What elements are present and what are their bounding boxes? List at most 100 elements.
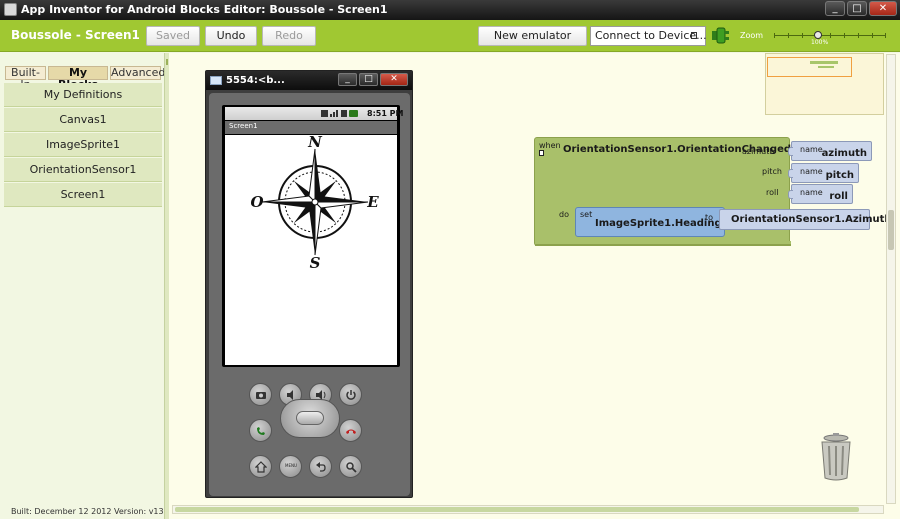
- set-label: set: [580, 210, 593, 219]
- name-tag: name: [800, 167, 823, 176]
- app-title-bar: Screen1: [225, 121, 397, 134]
- palette-item-orientationsensor1[interactable]: OrientationSensor1: [4, 158, 162, 182]
- azimuth-getter-block[interactable]: OrientationSensor1.Azimuth: [719, 209, 892, 230]
- trash-can-icon[interactable]: [818, 432, 854, 482]
- tab-advanced[interactable]: Advanced: [110, 66, 165, 80]
- horizontal-scrollbar[interactable]: [172, 505, 884, 514]
- signal-battery-icons: [321, 110, 358, 117]
- tab-built-in[interactable]: Built-In: [5, 66, 46, 91]
- emulator-minimize-button[interactable]: _: [338, 73, 357, 86]
- vertical-scroll-thumb[interactable]: [888, 210, 894, 250]
- camera-button[interactable]: [249, 383, 272, 406]
- emulator-close-button[interactable]: ✕: [380, 73, 408, 86]
- canvas1[interactable]: N S O E: [225, 135, 397, 365]
- palette-item-screen1[interactable]: Screen1: [4, 183, 162, 207]
- set-heading-block[interactable]: set ImageSprite1.Heading to: [575, 207, 725, 237]
- arg-label-roll: roll: [766, 188, 779, 197]
- end-call-button[interactable]: [339, 419, 362, 442]
- phone-screen[interactable]: 8:51 PM Screen1 N S O E: [222, 105, 404, 367]
- new-emulator-button[interactable]: New emulator: [478, 26, 587, 46]
- getter-name: OrientationSensor1.Azimuth: [731, 214, 892, 225]
- vertical-scrollbar[interactable]: [886, 54, 896, 504]
- emulator-titlebar[interactable]: 5554:<b... _ □ ✕: [206, 71, 412, 90]
- phone-call-icon: [257, 427, 265, 435]
- phone-body: 8:51 PM Screen1 N S O E MENU: [209, 93, 410, 496]
- build-info: Built: December 12 2012 Version: v132: [11, 507, 169, 516]
- arg-name-block-pitch[interactable]: name pitch: [788, 163, 859, 183]
- menu-icon: MENU: [285, 463, 297, 468]
- blocks-palette: Built-In My Blocks Advanced My Definitio…: [0, 53, 169, 519]
- window-titlebar: App Inventor for Android Blocks Editor: …: [0, 0, 900, 20]
- emulator-maximize-button[interactable]: □: [359, 73, 378, 86]
- divider-grip: [166, 59, 168, 65]
- menu-button[interactable]: MENU: [279, 455, 302, 478]
- arg-name-block-roll[interactable]: name roll: [788, 184, 853, 204]
- arg-name-block-azimuth[interactable]: name azimuth: [788, 141, 872, 161]
- close-window-button[interactable]: ✕: [869, 1, 897, 16]
- palette-items: My Definitions Canvas1 ImageSprite1 Orie…: [4, 83, 162, 208]
- compass-south-label: S: [310, 254, 321, 269]
- zoom-value: 100%: [811, 39, 829, 46]
- maximize-button[interactable]: □: [847, 1, 867, 16]
- setter-name: ImageSprite1.Heading: [595, 218, 722, 229]
- do-label: do: [559, 210, 569, 219]
- saved-button[interactable]: Saved: [146, 26, 200, 46]
- status-time: 8:51 PM: [367, 109, 404, 118]
- dpad[interactable]: [280, 399, 340, 438]
- connect-label: Connect to Device...: [595, 29, 707, 42]
- zoom-slider-track[interactable]: [774, 33, 886, 38]
- home-icon: [255, 461, 267, 473]
- dpad-center-button[interactable]: [296, 411, 324, 425]
- power-button[interactable]: [339, 383, 362, 406]
- palette-item-imagesprite1[interactable]: ImageSprite1: [4, 133, 162, 157]
- connect-to-device-select[interactable]: Connect to Device...: [590, 26, 707, 46]
- power-icon: [346, 390, 356, 400]
- phone-status-bar: 8:51 PM: [225, 107, 404, 120]
- name-tag: name: [800, 188, 823, 197]
- palette-item-my-definitions[interactable]: My Definitions: [4, 83, 162, 107]
- name-tag: name: [800, 145, 823, 154]
- emulator-window[interactable]: 5554:<b... _ □ ✕ 8:51 PM Screen1 N S O E…: [205, 70, 413, 498]
- tab-my-blocks[interactable]: My Blocks: [48, 66, 108, 91]
- dropdown-icon: [691, 32, 697, 39]
- arg-label-pitch: pitch: [762, 167, 782, 176]
- home-button[interactable]: [249, 455, 272, 478]
- redo-button[interactable]: Redo: [262, 26, 316, 46]
- emulator-window-icon: [210, 76, 222, 85]
- minimap-viewport[interactable]: [767, 57, 852, 77]
- phone-hardware-buttons: MENU: [209, 383, 410, 493]
- minimize-button[interactable]: _: [825, 1, 845, 16]
- palette-item-canvas1[interactable]: Canvas1: [4, 108, 162, 132]
- connection-plug-icon[interactable]: [711, 25, 733, 46]
- when-label: when: [539, 141, 561, 150]
- call-button[interactable]: [249, 419, 272, 442]
- search-icon: [346, 462, 357, 473]
- search-button[interactable]: [339, 455, 362, 478]
- window-title: App Inventor for Android Blocks Editor: …: [21, 3, 388, 16]
- minimap-block: [818, 66, 834, 68]
- project-title: Boussole - Screen1: [11, 28, 140, 42]
- to-label: to: [705, 213, 714, 222]
- minimap-block: [810, 61, 838, 64]
- horizontal-scroll-thumb[interactable]: [175, 507, 859, 512]
- workspace-minimap[interactable]: [765, 53, 884, 115]
- back-button[interactable]: [309, 455, 332, 478]
- arg-value: pitch: [825, 170, 854, 181]
- camera-icon: [256, 392, 266, 399]
- orientation-changed-event-block[interactable]: when OrientationSensor1.OrientationChang…: [534, 137, 892, 246]
- emulator-title: 5554:<b...: [226, 75, 285, 86]
- collapse-toggle[interactable]: [539, 150, 544, 156]
- arg-label-azimuth: azimuth: [742, 147, 775, 156]
- compass-west-label: O: [250, 193, 263, 211]
- java-app-icon: [4, 3, 17, 16]
- arg-value: azimuth: [821, 148, 867, 159]
- compass-rose-sprite[interactable]: N S O E: [249, 135, 381, 269]
- arg-value: roll: [829, 191, 848, 202]
- undo-button[interactable]: Undo: [205, 26, 257, 46]
- end-call-icon: [346, 429, 356, 434]
- toolbar: Boussole - Screen1 Saved Undo Redo New e…: [0, 20, 900, 52]
- back-icon: [316, 462, 326, 472]
- zoom-label: Zoom: [740, 31, 764, 40]
- zoom-slider-thumb[interactable]: [814, 31, 822, 39]
- compass-east-label: E: [366, 193, 379, 211]
